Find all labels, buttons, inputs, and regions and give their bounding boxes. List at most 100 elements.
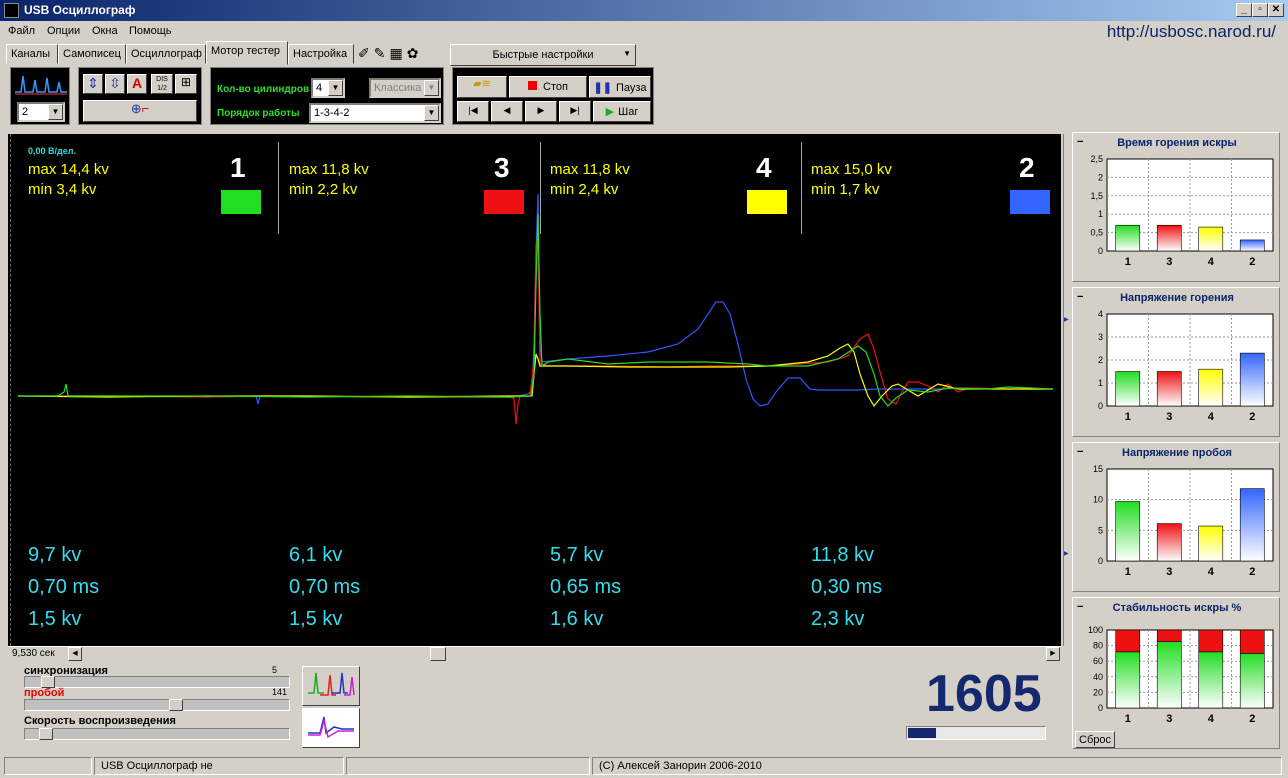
menu-file[interactable]: Файл [8,25,35,37]
tab-settings[interactable]: Настройка [288,44,354,64]
x-tick-label: 1 [1125,256,1131,268]
multi-trace-view-button[interactable] [302,666,360,706]
chevron-down-icon[interactable]: ▼ [48,104,63,120]
breakdown-slider-thumb[interactable] [169,699,183,711]
stop-icon [528,81,538,90]
quick-toolbar-icons: ✐✎▦✿ [356,43,452,65]
y-tick-label: 2 [1098,172,1103,182]
restore-button[interactable]: ▫ [1252,3,1268,17]
window-title: USB Осциллограф [24,3,136,17]
pause-button[interactable]: ❚❚ Пауза [589,76,651,98]
bar-unstable [1198,629,1224,653]
open-icon[interactable]: ✐ [358,45,374,61]
cyl2-burn-voltage: 2,3 kv [811,608,865,630]
menu-options[interactable]: Опции [47,25,80,37]
y-tick-label: 3 [1098,332,1103,342]
x-tick-label: 4 [1208,411,1215,423]
y-tick-label: 0 [1098,246,1103,256]
collapse-icon[interactable]: − [1077,601,1087,613]
cyl1-measurements: 9,7 kv 0,70 ms 1,5 kv [28,539,99,635]
site-url[interactable]: http://usbosc.narod.ru/ [1107,22,1276,42]
dis-button[interactable]: DIS 1/2 [151,74,173,94]
chevron-down-icon[interactable]: ▼ [328,80,343,96]
first-frame-button[interactable]: |◀ [457,101,489,122]
bar [1156,224,1182,252]
zoom-icon[interactable]: ⊕⌐ [83,100,197,122]
breakdown-slider[interactable] [24,699,290,711]
pause-label: Пауза [615,82,647,94]
x-tick-label: 3 [1166,256,1172,268]
bar [1198,226,1224,252]
chart-burn-voltage: − Напряжение горения 0 1 2 3 4 1 3 4 2 [1072,287,1280,437]
chevron-down-icon[interactable]: ▼ [424,105,439,121]
bar [1156,371,1182,407]
y-tick-label: 2 [1098,355,1103,365]
cylinders-select[interactable]: 4 ▼ [311,78,345,98]
tab-oscilloscope[interactable]: Осциллограф [126,44,206,64]
cyl4-breakdown-voltage: 5,7 kv [550,544,604,566]
open-file-icon[interactable]: ▰≋ [457,76,507,98]
next-frame-button[interactable]: ▶ [525,101,557,122]
overlay-view-button[interactable] [302,708,360,748]
close-button[interactable]: ✕ [1268,3,1284,17]
menu-windows[interactable]: Окна [92,25,118,37]
vertical-shrink-icon[interactable]: ⇳ [105,74,125,94]
menu-help[interactable]: Помощь [129,25,172,37]
vertical-expand-icon[interactable]: ⇕ [83,74,103,94]
mode-select[interactable]: Классика ▼ [369,78,441,98]
chart-title: Напряжение пробоя [1089,445,1265,461]
save-icon[interactable]: ✎ [374,45,390,61]
minimize-button[interactable]: _ [1236,3,1252,17]
chevron-down-icon: ▼ [623,49,631,58]
collapse-icon[interactable]: − [1077,446,1087,458]
step-label: Шаг [618,106,639,118]
waveform-icon [15,75,67,95]
speed-slider-thumb[interactable] [39,728,53,740]
scroll-thumb[interactable] [430,647,446,661]
stop-button[interactable]: Стоп [509,76,587,98]
stop-label: Стоп [543,81,568,93]
reset-button[interactable]: Сброс [1075,731,1115,748]
channel-select[interactable]: 2 ▼ [17,102,65,122]
breakdown-label: пробой [24,687,65,699]
last-frame-button[interactable]: ▶| [559,101,591,122]
tab-recorder[interactable]: Самописец [58,44,126,64]
cylinders-value: 4 [316,82,323,94]
speed-slider[interactable] [24,728,290,740]
chevron-down-icon[interactable]: ▼ [424,80,439,96]
title-bar: USB Осциллограф _ ▫ ✕ [0,0,1288,21]
chart-title: Время горения искры [1089,135,1265,151]
bar [1239,488,1265,562]
step-button[interactable]: ▶ Шаг [593,101,651,122]
auto-scale-button[interactable]: A [127,74,147,94]
chart-breakdown-voltage: − Напряжение пробоя 0 5 10 15 1 3 4 2 [1072,442,1280,592]
chart-svg: 0 20 40 60 80 100 1 3 4 2 [1088,625,1274,725]
firing-order-select[interactable]: 1-3-4-2 ▼ [309,103,441,123]
collapse-icon[interactable]: − [1077,136,1087,148]
tab-channels[interactable]: Каналы [6,44,58,64]
y-tick-label: 80 [1093,641,1103,651]
cylinders-label: Кол-во цилиндров [217,84,310,95]
splitter[interactable]: ▶ ▶ [1063,134,1069,646]
engine-settings-panel: Кол-во цилиндров 4 ▼ Классика ▼ Порядок … [210,67,444,125]
breakdown-value: 141 [272,687,288,697]
print-icon[interactable]: ▦ [389,45,406,61]
x-tick-label: 2 [1249,256,1255,268]
prev-frame-button[interactable]: ◀ [491,101,523,122]
time-scrollbar[interactable]: 9,530 сек ◀ ▶ [8,646,1061,661]
rpm-display: 1605 [926,665,1042,723]
scroll-left-button[interactable]: ◀ [68,647,82,661]
multi-trace-icon [308,672,355,696]
scroll-right-button[interactable]: ▶ [1046,647,1060,661]
y-tick-label: 100 [1088,625,1103,635]
bar-stable [1239,653,1265,709]
cursor-icon[interactable]: ⊞ [175,74,197,94]
collapse-icon[interactable]: − [1077,291,1087,303]
oscilloscope-display[interactable]: 0,00 В/дел. max 14,4 kv min 3,4 kv 1 max… [8,134,1061,646]
settings-icon[interactable]: ✿ [407,45,423,61]
chart-title: Напряжение горения [1089,290,1265,306]
bar-stable [1115,651,1141,709]
cyl4-burn-voltage: 1,6 kv [550,608,604,630]
tab-motor-tester[interactable]: Мотор тестер [206,41,288,65]
quick-settings-dropdown[interactable]: Быстрые настройки ▼ [450,44,636,66]
